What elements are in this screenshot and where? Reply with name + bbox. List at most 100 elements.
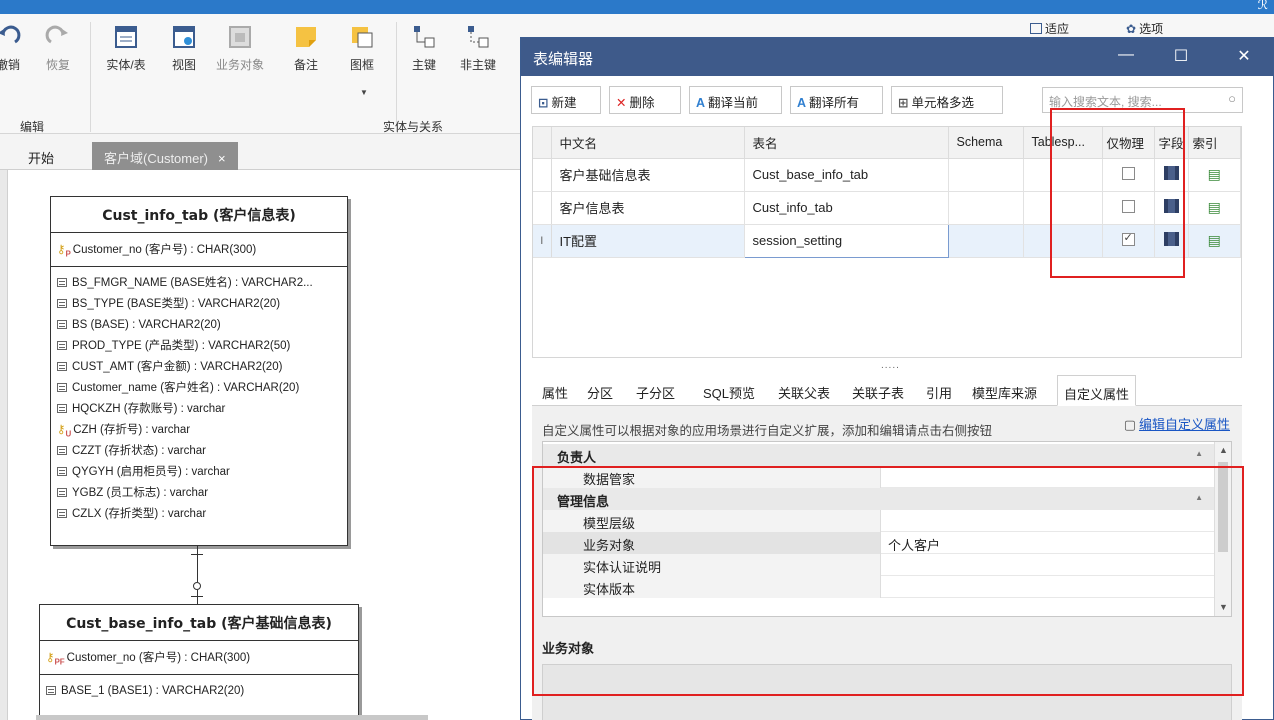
new-button[interactable]: ⊡ 新建 <box>531 86 601 114</box>
frame-dropdown-icon[interactable]: ▼ <box>360 88 368 97</box>
index-icon[interactable]: ▤ <box>1208 199 1221 215</box>
category-owner[interactable]: 负责人 ▲ <box>543 444 1215 466</box>
index-icon[interactable]: ▤ <box>1208 166 1221 182</box>
search-icon[interactable]: ○ <box>1228 91 1236 106</box>
close-icon[interactable]: × <box>218 151 226 166</box>
app-title-bar: ℛ <box>0 0 1274 14</box>
field-icon <box>57 278 67 288</box>
fit-button[interactable]: 适应 <box>1030 20 1069 37</box>
entity-column[interactable]: ⚷U CZH (存折号) : varchar <box>57 420 341 441</box>
entity-column[interactable]: YGBZ (员工标志) : varchar <box>57 483 341 504</box>
entity-column[interactable]: BS_TYPE (BASE类型) : VARCHAR2(20) <box>57 294 341 315</box>
col-header-table-name[interactable]: 表名 <box>744 127 949 159</box>
close-button[interactable]: ✕ <box>1229 46 1259 66</box>
scroll-up-icon[interactable]: ▲ <box>1219 445 1228 455</box>
cell-table-name-editing[interactable]: session_setting <box>743 223 949 258</box>
tab-start[interactable]: 开始 <box>16 142 66 170</box>
collapse-icon[interactable]: ▲ <box>1195 449 1203 458</box>
cell-schema[interactable] <box>948 191 1024 225</box>
document-tabs: 开始 客户域(Customer) × <box>0 134 520 170</box>
entity-cust-info-tab[interactable]: Cust_info_tab (客户信息表) ⚷P Customer_no (客户号… <box>50 196 348 546</box>
col-header-cn-name[interactable]: 中文名 <box>551 127 745 159</box>
entity-column[interactable]: CZZT (存折状态) : varchar <box>57 441 341 462</box>
custom-properties-panel: 自定义属性可以根据对象的应用场景进行自定义扩展，添加和编辑请点击右侧按钮 ▢ 编辑… <box>532 406 1244 720</box>
non-primary-key-button[interactable]: 非主键 <box>452 24 504 73</box>
canvas-left-edge <box>0 170 8 720</box>
property-tab[interactable]: 关联父表 <box>772 375 836 406</box>
field-icon <box>57 341 67 351</box>
cell-table-name[interactable]: Cust_base_info_tab <box>744 158 949 192</box>
business-object-button[interactable]: 业务对象 <box>214 24 266 73</box>
diagram-canvas[interactable]: Cust_info_tab (客户信息表) ⚷P Customer_no (客户号… <box>0 170 520 720</box>
row-edit-marker: I <box>533 224 552 258</box>
entity-column[interactable]: QYGYH (启用柜员号) : varchar <box>57 462 341 483</box>
canvas-horizontal-scrollbar[interactable] <box>36 715 428 720</box>
cell-cn-name[interactable]: 客户基础信息表 <box>551 158 745 192</box>
cell-cn-name[interactable]: 客户信息表 <box>551 191 745 225</box>
edit-custom-properties-link[interactable]: ▢ 编辑自定义属性 <box>1124 414 1230 433</box>
custom-properties-description: 自定义属性可以根据对象的应用场景进行自定义扩展，添加和编辑请点击右侧按钮 <box>542 424 993 438</box>
entity-column[interactable]: HQCKZH (存款账号) : varchar <box>57 399 341 420</box>
field-icon <box>46 686 56 696</box>
entity-primary-key-row[interactable]: ⚷P Customer_no (客户号) : CHAR(300) <box>51 233 347 268</box>
entity-column-list: BS_FMGR_NAME (BASE姓名) : VARCHAR2... BS_TY… <box>51 267 347 531</box>
tab-customer[interactable]: 客户域(Customer) × <box>92 142 238 170</box>
entity-column[interactable]: CUST_AMT (客户金额) : VARCHAR2(20) <box>57 357 341 378</box>
property-tab[interactable]: 自定义属性 <box>1057 375 1137 406</box>
note-icon <box>296 27 316 47</box>
entity-primary-key-row[interactable]: ⚷PF Customer_no (客户号) : CHAR(300) <box>40 641 358 676</box>
index-icon[interactable]: ▤ <box>1208 232 1221 248</box>
entity-column[interactable]: BS_FMGR_NAME (BASE姓名) : VARCHAR2... <box>57 273 341 294</box>
undo-button[interactable]: 撤销 <box>0 24 34 73</box>
view-button[interactable]: 视图 <box>158 24 210 73</box>
property-tab[interactable]: 关联子表 <box>846 375 910 406</box>
property-tab[interactable]: SQL预览 <box>697 375 761 406</box>
frame-button[interactable]: 图框 <box>336 24 388 73</box>
row-header-corner <box>533 127 552 159</box>
col-header-index[interactable]: 索引 <box>1188 127 1241 159</box>
dialog-title-bar[interactable]: 表编辑器 — ☐ ✕ <box>521 38 1273 76</box>
col-header-schema[interactable]: Schema <box>948 127 1024 159</box>
cell-index[interactable]: ▤ <box>1188 158 1241 192</box>
translate-all-button[interactable]: A 翻译所有 <box>790 86 883 114</box>
view-icon <box>173 26 195 48</box>
entity-column[interactable]: PROD_TYPE (产品类型) : VARCHAR2(50) <box>57 336 341 357</box>
note-button[interactable]: 备注 <box>280 24 332 73</box>
delete-icon: ✕ <box>616 96 627 110</box>
property-tab[interactable]: 模型库来源 <box>966 375 1043 406</box>
gear-icon: ✿ <box>1126 22 1137 36</box>
entity-column[interactable]: Customer_name (客户姓名) : VARCHAR(20) <box>57 378 341 399</box>
field-icon <box>57 320 67 330</box>
entity-table-button[interactable]: 实体/表 <box>100 24 152 73</box>
cell-index[interactable]: ▤ <box>1188 224 1241 258</box>
cell-table-name[interactable]: Cust_info_tab <box>744 191 949 225</box>
cell-schema[interactable] <box>948 224 1024 258</box>
maximize-button[interactable]: ☐ <box>1166 46 1196 66</box>
translate-current-button[interactable]: A 翻译当前 <box>689 86 782 114</box>
cell-cn-name[interactable]: IT配置 <box>551 224 745 258</box>
property-tab[interactable]: 子分区 <box>630 375 681 406</box>
property-tab[interactable]: 分区 <box>581 375 619 406</box>
key-icon: ⚷P <box>57 244 71 259</box>
cell-index[interactable]: ▤ <box>1188 191 1241 225</box>
cell-schema[interactable] <box>948 158 1024 192</box>
panel-splitter[interactable]: ..... <box>881 360 900 371</box>
ribbon-group-edit-label: 编辑 <box>20 120 45 134</box>
field-icon <box>57 383 67 393</box>
field-icon <box>57 446 67 456</box>
property-tab[interactable]: 属性 <box>536 375 574 406</box>
options-button[interactable]: ✿ 选项 <box>1126 20 1163 37</box>
entity-cust-base-info-tab[interactable]: Cust_base_info_tab (客户基础信息表) ⚷PF Customer… <box>39 604 359 720</box>
redo-button[interactable]: 恢复 <box>32 24 84 73</box>
primary-key-button[interactable]: 主键 <box>398 24 450 73</box>
delete-button[interactable]: ✕ 删除 <box>609 86 681 114</box>
entity-column[interactable]: BASE_1 (BASE1) : VARCHAR2(20) <box>46 681 352 702</box>
minimize-button[interactable]: — <box>1111 46 1141 64</box>
new-icon: ⊡ <box>538 96 549 110</box>
property-tab[interactable]: 引用 <box>920 375 958 406</box>
multi-select-button[interactable]: ⊞ 单元格多选 <box>891 86 1003 114</box>
ribbon-group-entity-relation-label: 实体与关系 <box>383 120 444 134</box>
user-icon[interactable]: ℛ <box>1258 0 1268 13</box>
entity-column[interactable]: CZLX (存折类型) : varchar <box>57 504 341 525</box>
entity-column[interactable]: BS (BASE) : VARCHAR2(20) <box>57 315 341 336</box>
